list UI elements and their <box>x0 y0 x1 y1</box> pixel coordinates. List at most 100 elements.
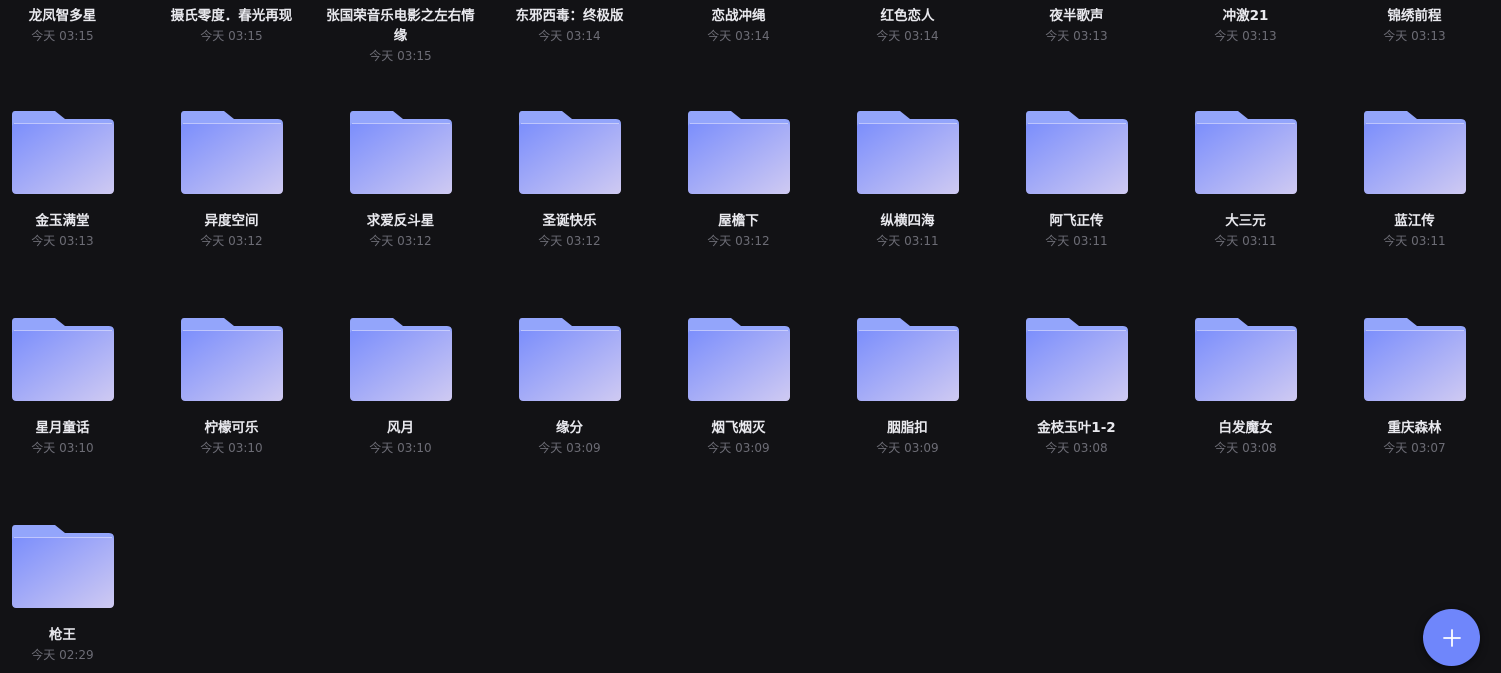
folder-item[interactable]: 柠檬可乐 今天 03:10 <box>147 318 316 456</box>
folder-time: 今天 03:14 <box>538 29 601 43</box>
folder-name: 锦绣前程 <box>1387 8 1442 24</box>
folder-name: 求爱反斗星 <box>366 213 435 229</box>
folder-time: 今天 03:14 <box>876 29 939 43</box>
folder-item[interactable]: 摄氏零度．春光再现 今天 03:15 <box>147 3 316 44</box>
add-button[interactable] <box>1423 609 1480 666</box>
folder-time: 今天 03:15 <box>369 49 432 63</box>
folder-item[interactable]: 金玉满堂 今天 03:13 <box>0 111 147 249</box>
folder-time: 今天 03:15 <box>200 29 263 43</box>
folder-icon <box>349 318 452 401</box>
folder-name: 金枝玉叶1-2 <box>1037 420 1116 436</box>
folder-time: 今天 03:11 <box>1214 234 1277 248</box>
folder-icon <box>856 318 959 401</box>
folder-name: 龙凤智多星 <box>28 8 97 24</box>
folder-item[interactable]: 白发魔女 今天 03:08 <box>1161 318 1330 456</box>
folder-item[interactable]: 张国荣音乐电影之左右情缘 今天 03:15 <box>316 3 485 64</box>
folder-name: 烟飞烟灭 <box>711 420 766 436</box>
folder-icon <box>1194 318 1297 401</box>
folder-item[interactable]: 阿飞正传 今天 03:11 <box>992 111 1161 249</box>
folder-item[interactable]: 纵横四海 今天 03:11 <box>823 111 992 249</box>
folder-item[interactable]: 屋檐下 今天 03:12 <box>654 111 823 249</box>
folder-time: 今天 03:11 <box>876 234 939 248</box>
folder-time: 今天 03:09 <box>707 441 770 455</box>
folder-name: 纵横四海 <box>880 213 935 229</box>
folder-name: 风月 <box>387 420 414 436</box>
folder-time: 今天 03:08 <box>1045 441 1108 455</box>
folder-time: 今天 03:13 <box>1214 29 1277 43</box>
folder-time: 今天 03:13 <box>1045 29 1108 43</box>
folder-time: 今天 03:10 <box>31 441 94 455</box>
folder-name: 夜半歌声 <box>1049 8 1104 24</box>
folder-item[interactable]: 圣诞快乐 今天 03:12 <box>485 111 654 249</box>
folder-item[interactable]: 星月童话 今天 03:10 <box>0 318 147 456</box>
folder-time: 今天 03:09 <box>876 441 939 455</box>
folder-item[interactable]: 红色恋人 今天 03:14 <box>823 3 992 44</box>
folder-name: 柠檬可乐 <box>204 420 259 436</box>
folder-time: 今天 03:15 <box>31 29 94 43</box>
folder-icon <box>180 318 283 401</box>
folder-time: 今天 03:13 <box>31 234 94 248</box>
folder-time: 今天 03:07 <box>1383 441 1446 455</box>
folder-name: 大三元 <box>1225 213 1266 229</box>
folder-name: 白发魔女 <box>1218 420 1273 436</box>
folder-time: 今天 03:12 <box>369 234 432 248</box>
folder-time: 今天 02:29 <box>31 648 94 662</box>
folder-name: 阿飞正传 <box>1049 213 1104 229</box>
folder-item[interactable]: 缘分 今天 03:09 <box>485 318 654 456</box>
folder-name: 张国荣音乐电影之左右情缘 <box>326 8 475 44</box>
folder-time: 今天 03:14 <box>707 29 770 43</box>
folder-icon <box>856 111 959 194</box>
folder-item[interactable]: 龙凤智多星 今天 03:15 <box>0 3 147 44</box>
folder-icon <box>11 318 114 401</box>
folder-icon <box>1363 111 1466 194</box>
folder-icon <box>11 111 114 194</box>
folder-item[interactable]: 锦绣前程 今天 03:13 <box>1330 3 1499 44</box>
folder-name: 摄氏零度．春光再现 <box>170 8 293 24</box>
folder-item[interactable]: 冲激21 今天 03:13 <box>1161 3 1330 44</box>
folder-time: 今天 03:10 <box>200 441 263 455</box>
folder-name: 重庆森林 <box>1387 420 1442 436</box>
folder-name: 屋檐下 <box>718 213 759 229</box>
folder-item[interactable]: 烟飞烟灭 今天 03:09 <box>654 318 823 456</box>
folder-item[interactable]: 恋战冲绳 今天 03:14 <box>654 3 823 44</box>
folder-icon <box>687 111 790 194</box>
folder-time: 今天 03:12 <box>707 234 770 248</box>
folder-name: 枪王 <box>49 627 76 643</box>
folder-item[interactable]: 大三元 今天 03:11 <box>1161 111 1330 249</box>
folder-item[interactable]: 枪王 今天 02:29 <box>0 525 147 663</box>
folder-icon <box>1194 111 1297 194</box>
folder-icon <box>1363 318 1466 401</box>
plus-icon <box>1442 628 1461 647</box>
folder-name: 蓝江传 <box>1394 213 1435 229</box>
folder-icon <box>518 111 621 194</box>
folder-name: 缘分 <box>556 420 583 436</box>
folder-name: 星月童话 <box>35 420 90 436</box>
folder-icon <box>180 111 283 194</box>
folder-item[interactable]: 重庆森林 今天 03:07 <box>1330 318 1499 456</box>
folder-time: 今天 03:11 <box>1045 234 1108 248</box>
folder-item[interactable]: 蓝江传 今天 03:11 <box>1330 111 1499 249</box>
folder-browser: 龙凤智多星 今天 03:15 摄氏零度．春光再现 今天 03:15 张国荣音乐电… <box>0 0 1501 673</box>
folder-item[interactable]: 夜半歌声 今天 03:13 <box>992 3 1161 44</box>
folder-time: 今天 03:12 <box>200 234 263 248</box>
folder-name: 异度空间 <box>204 213 259 229</box>
folder-time: 今天 03:13 <box>1383 29 1446 43</box>
folder-name: 恋战冲绳 <box>711 8 766 24</box>
folder-name: 圣诞快乐 <box>542 213 597 229</box>
folder-item[interactable]: 风月 今天 03:10 <box>316 318 485 456</box>
folder-item[interactable]: 东邪西毒：终极版 今天 03:14 <box>485 3 654 44</box>
folder-name: 金玉满堂 <box>35 213 90 229</box>
folder-name: 冲激21 <box>1222 8 1269 24</box>
folder-icon <box>687 318 790 401</box>
folder-name: 东邪西毒：终极版 <box>515 8 624 24</box>
folder-icon <box>1025 111 1128 194</box>
folder-icon <box>1025 318 1128 401</box>
folder-item[interactable]: 胭脂扣 今天 03:09 <box>823 318 992 456</box>
folder-icon <box>349 111 452 194</box>
folder-item[interactable]: 求爱反斗星 今天 03:12 <box>316 111 485 249</box>
folder-item[interactable]: 金枝玉叶1-2 今天 03:08 <box>992 318 1161 456</box>
folder-item[interactable]: 异度空间 今天 03:12 <box>147 111 316 249</box>
folder-time: 今天 03:08 <box>1214 441 1277 455</box>
folder-time: 今天 03:10 <box>369 441 432 455</box>
folder-time: 今天 03:09 <box>538 441 601 455</box>
